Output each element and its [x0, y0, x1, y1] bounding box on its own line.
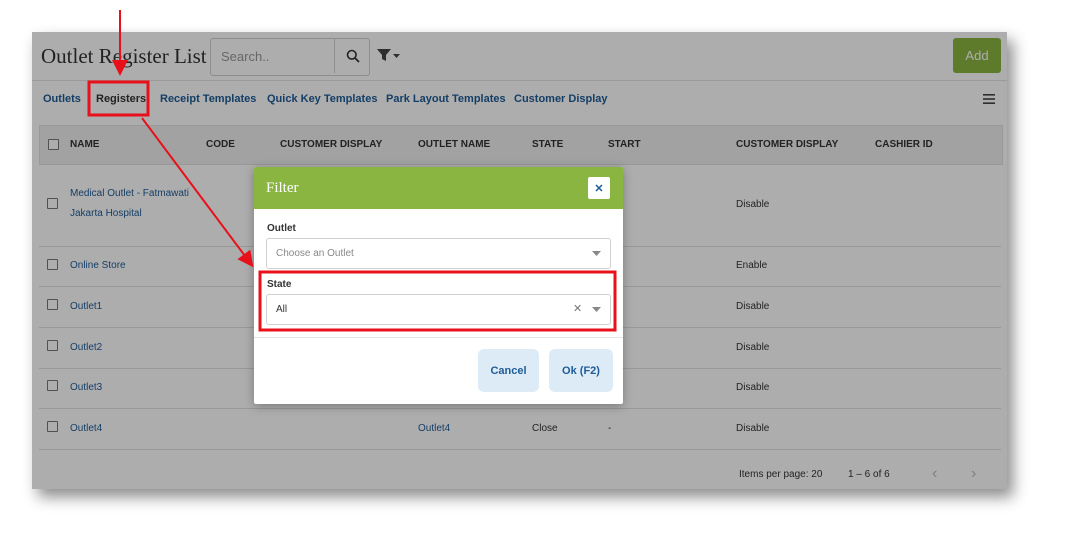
outlet-label: Outlet — [267, 223, 296, 234]
dialog-title: Filter — [266, 180, 299, 196]
close-icon: ✕ — [594, 182, 604, 195]
chevron-down-icon — [592, 251, 601, 256]
outlet-select[interactable]: Choose an Outlet — [266, 238, 611, 269]
clear-selection-icon[interactable]: ✕ — [573, 302, 582, 315]
dialog-divider — [254, 337, 623, 338]
outlet-placeholder: Choose an Outlet — [276, 248, 354, 259]
chevron-down-icon — [592, 307, 601, 312]
state-selected-value: All — [276, 304, 288, 315]
state-label: State — [267, 279, 292, 290]
cancel-button[interactable]: Cancel — [478, 349, 539, 392]
ok-button[interactable]: Ok (F2) — [549, 349, 613, 392]
filter-dialog: Filter ✕ Outlet Choose an Outlet State A… — [254, 167, 623, 404]
dialog-header: Filter ✕ — [254, 167, 623, 209]
state-select[interactable]: All ✕ — [266, 294, 611, 325]
close-button[interactable]: ✕ — [588, 177, 610, 199]
